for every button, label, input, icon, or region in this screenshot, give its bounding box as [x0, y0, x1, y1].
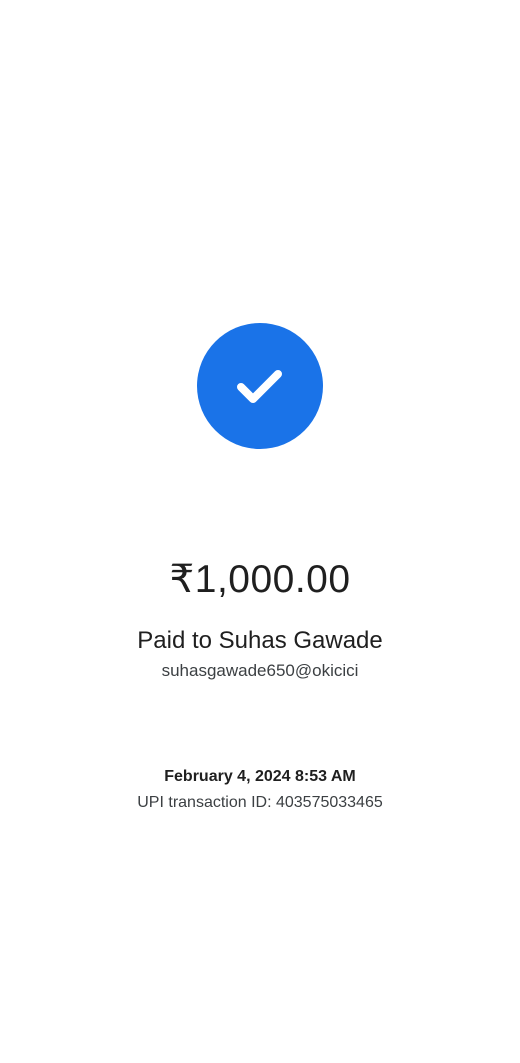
payee-upi-id: suhasgawade650@okicici [161, 661, 359, 680]
payee-name: Paid to Suhas Gawade [137, 627, 383, 654]
transaction-datetime: February 4, 2024 8:53 AM [164, 768, 356, 785]
upi-transaction-id: UPI transaction ID: 403575033465 [137, 794, 383, 811]
check-icon [237, 370, 282, 403]
success-check-icon [197, 323, 323, 449]
payment-amount: ₹1,000.00 [169, 558, 351, 601]
